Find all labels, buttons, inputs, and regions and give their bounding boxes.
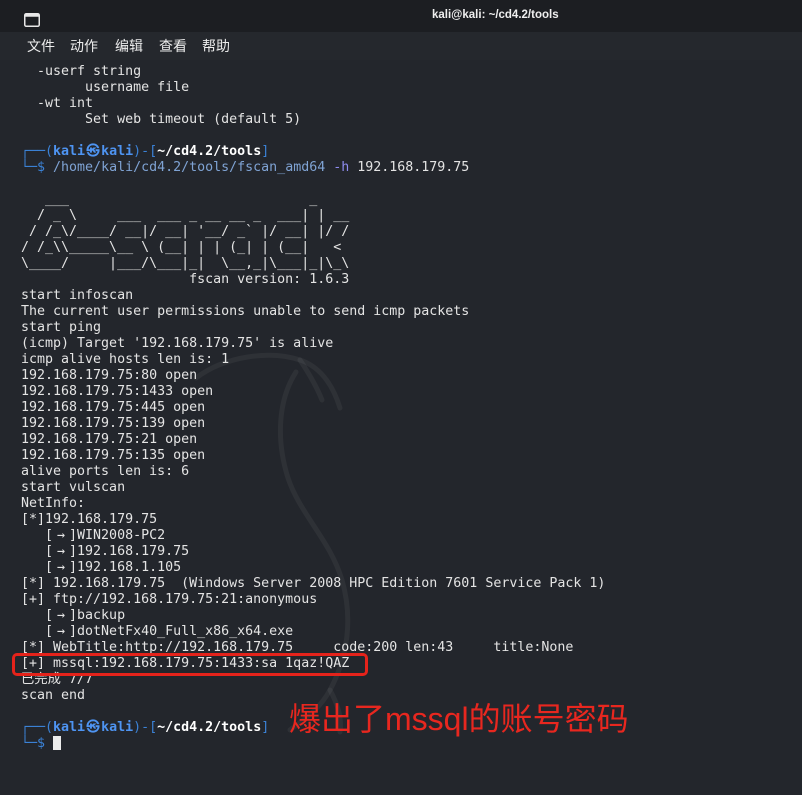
output-line: 已完成 7/7 xyxy=(21,672,93,687)
prompt-frame-open: ┌──( xyxy=(21,144,54,159)
help-line: Set web timeout (default 5) xyxy=(21,112,302,127)
help-line: -wt int xyxy=(21,96,94,111)
banner-line: / _ \ ___ ___ _ __ __ _ ___| | __ xyxy=(21,208,350,223)
prompt-dollar: └─$ xyxy=(21,160,46,175)
menu-action[interactable]: 动作 xyxy=(70,38,98,54)
prompt-frame-close: ] xyxy=(261,144,270,159)
prompt-line-top: ┌──(kali㉿kali)-[~/cd4.2/tools] xyxy=(21,144,791,160)
arrow-glyph: → xyxy=(57,624,66,639)
prompt-cwd: ~/cd4.2/tools xyxy=(157,720,262,735)
banner-line: ___ _ xyxy=(21,192,318,207)
output-line: icmp alive hosts len is: 1 xyxy=(21,352,230,367)
output-line: 192.168.179.75:1433 open xyxy=(21,384,214,399)
output-line: [*] WebTitle:http://192.168.179.75 code:… xyxy=(21,640,574,655)
output-line: [+] ftp://192.168.179.75:21:anonymous xyxy=(21,592,318,607)
scan-output: start infoscan The current user permissio… xyxy=(21,288,791,656)
prompt-frame-close: ] xyxy=(261,720,270,735)
arrow-glyph: → xyxy=(57,528,66,543)
output-line: [*]192.168.179.75 xyxy=(21,512,158,527)
banner-line: fscan version: 1.6.3 xyxy=(21,272,350,287)
output-line: start ping xyxy=(21,320,102,335)
title-bar[interactable]: kali@kali: ~/cd4.2/tools xyxy=(0,0,802,32)
output-line: [→]192.168.1.105 xyxy=(21,560,182,575)
prompt-at-symbol: ㉿ xyxy=(86,720,100,735)
output-line: 192.168.179.75:80 open xyxy=(21,368,198,383)
output-line: [→]backup xyxy=(21,608,126,623)
output-line: [→]192.168.179.75 xyxy=(21,544,190,559)
arrow-glyph: → xyxy=(57,608,66,623)
menu-help[interactable]: 帮助 xyxy=(202,38,230,54)
output-line: [*] 192.168.179.75 (Windows Server 2008 … xyxy=(21,576,606,591)
menu-view[interactable]: 查看 xyxy=(159,38,187,54)
banner-line: / /_\\_____\__ \ (__| | | (_| | (__| < xyxy=(21,240,342,255)
output-line: (icmp) Target '192.168.179.75' is alive xyxy=(21,336,334,351)
help-line: -userf string xyxy=(21,64,142,79)
prompt-separator: )-[ xyxy=(133,720,158,735)
command-program: /home/kali/cd4.2/tools/fscan_amd64 xyxy=(53,160,326,175)
fscan-banner: ___ _ / _ \ ___ ___ _ __ __ _ ___| | __ … xyxy=(21,192,791,288)
arrow-glyph: → xyxy=(57,560,66,575)
terminal-icon xyxy=(24,12,40,27)
prompt-user: kali xyxy=(53,720,86,735)
command-flag: -h xyxy=(333,160,350,175)
output-line: start vulscan xyxy=(21,480,126,495)
output-line: NetInfo: xyxy=(21,496,86,511)
window-title: kali@kali: ~/cd4.2/tools xyxy=(432,9,559,21)
terminal-output[interactable]: -userf string username file -wt int Set … xyxy=(21,64,791,752)
prompt-cwd: ~/cd4.2/tools xyxy=(157,144,262,159)
menu-edit[interactable]: 编辑 xyxy=(115,38,143,54)
prompt-separator: )-[ xyxy=(133,144,158,159)
command-target: 192.168.179.75 xyxy=(357,160,470,175)
credential-line: [+] mssql:192.168.179.75:1433:sa 1qaz!QA… xyxy=(21,656,350,671)
menu-file[interactable]: 文件 xyxy=(27,38,55,54)
output-line: [→]WIN2008-PC2 xyxy=(21,528,166,543)
text-cursor xyxy=(53,736,62,750)
output-line: The current user permissions unable to s… xyxy=(21,304,470,319)
prompt-host: kali xyxy=(101,144,134,159)
prompt-user: kali xyxy=(53,144,86,159)
prompt-dollar: └─$ xyxy=(21,736,46,751)
arrow-glyph: → xyxy=(57,544,66,559)
output-line: [→]dotNetFx40_Full_x86_x64.exe xyxy=(21,624,294,639)
prompt-frame-open: ┌──( xyxy=(21,720,54,735)
output-line: 192.168.179.75:135 open xyxy=(21,448,206,463)
prompt-at-symbol: ㉿ xyxy=(86,144,100,159)
output-line: 192.168.179.75:21 open xyxy=(21,432,198,447)
output-line: start infoscan xyxy=(21,288,134,303)
help-line: username file xyxy=(21,80,190,95)
command-line: └─$ /home/kali/cd4.2/tools/fscan_amd64 -h 1… xyxy=(21,160,791,176)
help-text: -userf string username file -wt int Set … xyxy=(21,64,791,128)
output-line: 192.168.179.75:139 open xyxy=(21,416,206,431)
menu-bar: 文件 动作 编辑 查看 帮助 xyxy=(0,32,802,60)
annotation-text: 爆出了mssql的账号密码 xyxy=(289,701,629,737)
output-line: 192.168.179.75:445 open xyxy=(21,400,206,415)
banner-line: / /_\/____/ __|/ __| '__/ _` |/ __| |/ / xyxy=(21,224,350,239)
banner-line: \____/ |___/\___|_| \__,_|\___|_|\_\ xyxy=(21,256,350,271)
prompt-host: kali xyxy=(101,720,134,735)
output-line: alive ports len is: 6 xyxy=(21,464,190,479)
